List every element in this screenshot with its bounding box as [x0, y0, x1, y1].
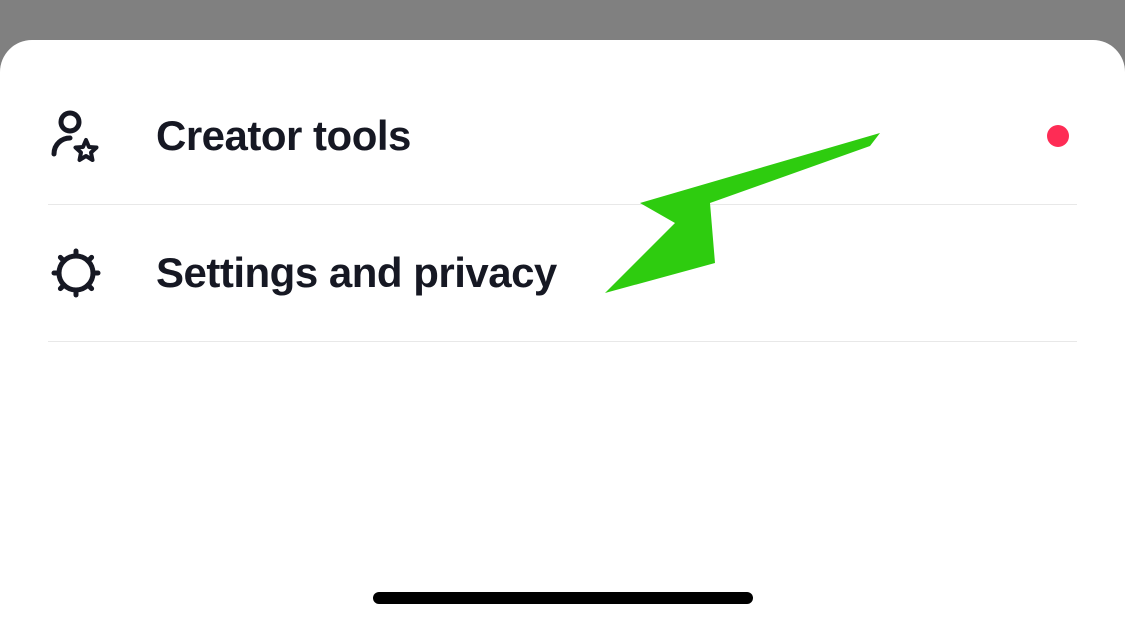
- menu-item-content: Creator tools: [48, 108, 1047, 164]
- bottom-sheet: Creator tools: [0, 40, 1125, 628]
- menu-item-label: Creator tools: [156, 112, 411, 160]
- menu-item-content: Settings and privacy: [48, 245, 1077, 301]
- menu-item-creator-tools[interactable]: Creator tools: [0, 68, 1125, 204]
- gear-icon: [48, 245, 104, 301]
- user-star-icon: [48, 108, 104, 164]
- home-indicator: [373, 592, 753, 604]
- divider: [48, 341, 1077, 342]
- menu-item-label: Settings and privacy: [156, 249, 557, 297]
- notification-dot: [1047, 125, 1069, 147]
- menu-item-settings-privacy[interactable]: Settings and privacy: [0, 205, 1125, 341]
